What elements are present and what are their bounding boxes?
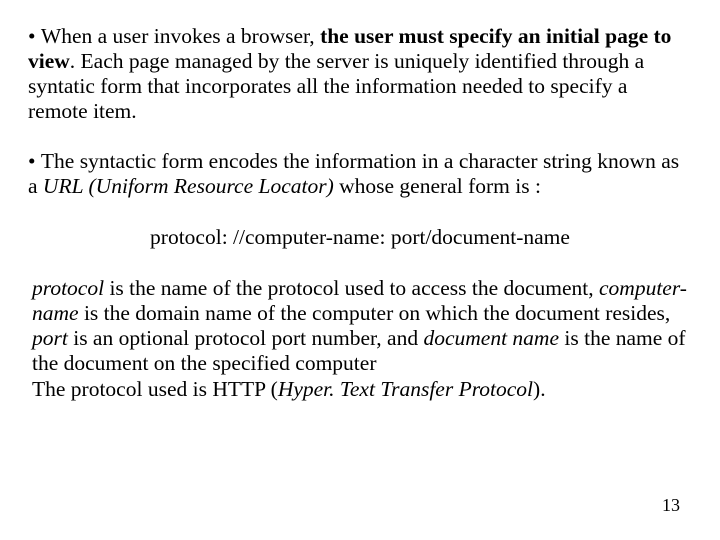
word-protocol: protocol (32, 276, 104, 300)
text-2: is the domain name of the computer on wh… (79, 301, 671, 325)
url-form-text: protocol: //computer-name: port/document… (150, 225, 570, 249)
p1-lead: When a user invokes a browser, (41, 24, 320, 48)
description-paragraph: protocol is the name of the protocol use… (28, 276, 692, 402)
p1-tail: . Each page managed by the server is uni… (28, 49, 644, 123)
p2-tail: whose general form is : (334, 174, 541, 198)
bullet-icon (28, 24, 41, 48)
bullet-icon (28, 149, 41, 173)
word-port: port (32, 326, 68, 350)
word-document-name: document name (423, 326, 559, 350)
slide-content: When a user invokes a browser, the user … (0, 0, 720, 402)
url-form-line: protocol: //computer-name: port/document… (28, 225, 692, 250)
text-3: is an optional protocol port number, and (68, 326, 424, 350)
protocol-line-italic: Hyper. Text Transfer Protocol (278, 377, 533, 401)
text-1: is the name of the protocol used to acce… (104, 276, 599, 300)
protocol-line-b: ). (533, 377, 546, 401)
p2-italic: URL (Uniform Resource Locator) (43, 174, 334, 198)
page-number: 13 (662, 495, 680, 516)
paragraph-1: When a user invokes a browser, the user … (28, 24, 692, 125)
paragraph-2: The syntactic form encodes the informati… (28, 149, 692, 199)
protocol-line-a: The protocol used is HTTP ( (32, 377, 278, 401)
